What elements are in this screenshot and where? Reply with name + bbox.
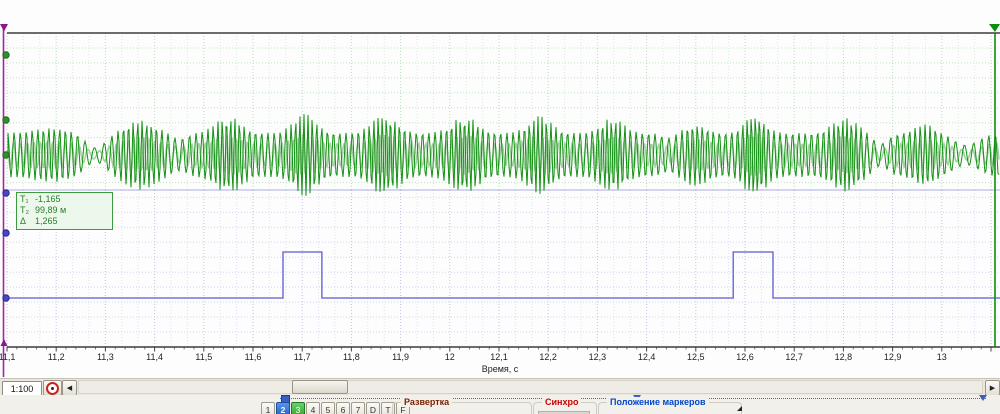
scroll-right-button[interactable]: ▶ xyxy=(985,380,1000,396)
x-tick-label: 11,9 xyxy=(384,352,418,362)
plot-area[interactable]: T₁ -1,165 T₂ 99,89 м Δ 1,265 11,1 11,2 11,… xyxy=(0,0,1000,378)
marker-t1-symbol: T₁ xyxy=(20,194,35,205)
bottom-controls: 1234567DTF Развертка Синхро Положение марк… xyxy=(0,395,1000,414)
x-tick-label: 13 xyxy=(925,352,959,362)
channel-level-handle[interactable] xyxy=(3,230,9,236)
marker-readout-row: T₁ -1,165 xyxy=(20,194,109,205)
x-tick-label: 11,3 xyxy=(88,352,122,362)
x-tick-label: 12,7 xyxy=(777,352,811,362)
time-marker-2-handle-icon[interactable] xyxy=(989,24,1000,32)
x-tick-label: 12,1 xyxy=(482,352,516,362)
marker-readout-row: T₂ 99,89 м xyxy=(20,205,109,216)
marker-delta-symbol: Δ xyxy=(20,216,35,227)
x-tick-label: 12,3 xyxy=(580,352,614,362)
marker-t1-value: -1,165 xyxy=(35,194,61,205)
signal-tab-1[interactable]: 1 xyxy=(261,402,275,414)
scrollbar-track[interactable] xyxy=(78,380,983,394)
record-button[interactable] xyxy=(43,380,62,396)
channel-level-handle[interactable] xyxy=(3,117,9,123)
signal-tab-2[interactable]: 2 xyxy=(276,402,290,414)
dropdown-corner-icon[interactable] xyxy=(737,406,742,411)
marker-t2-value: 99,89 м xyxy=(35,205,66,216)
signal-tab-4[interactable]: 4 xyxy=(306,402,320,414)
signal-tab-7[interactable]: 7 xyxy=(351,402,365,414)
x-tick-label: 11,5 xyxy=(187,352,221,362)
signal-tab-D[interactable]: D xyxy=(366,402,380,414)
x-tick-label: 12,2 xyxy=(531,352,565,362)
channel-level-handle[interactable] xyxy=(3,295,9,301)
channel-level-handle[interactable] xyxy=(3,52,9,58)
group-box-3: Положение маркеров xyxy=(598,402,742,414)
x-tick-label: 11,7 xyxy=(285,352,319,362)
group-box-label: Развертка xyxy=(401,397,452,407)
channel-tabs: 1234567DTF xyxy=(261,402,410,414)
x-tick-label: 12,9 xyxy=(876,352,910,362)
x-axis-title: Время, с xyxy=(400,364,600,374)
left-arrow-icon: ◀ xyxy=(67,384,72,392)
group-box-label: Синхро xyxy=(542,397,581,407)
group-box-1: Развертка xyxy=(392,402,532,414)
x-tick-label: 11,6 xyxy=(236,352,270,362)
time-marker-1-handle-icon[interactable] xyxy=(0,24,8,32)
oscilloscope-app: Рабочее окружение T₁ -1,165 T₂ 99,89 м Δ… xyxy=(0,0,1000,414)
scroll-panel: 1:100 ◀ ▶ xyxy=(0,378,1000,395)
record-icon xyxy=(46,382,59,395)
waveform-canvas[interactable] xyxy=(0,0,1000,378)
blue-signal-trace xyxy=(7,252,1000,298)
x-tick-label: 12 xyxy=(433,352,467,362)
scroll-left-button[interactable]: ◀ xyxy=(62,380,77,396)
signal-tab-5[interactable]: 5 xyxy=(321,402,335,414)
scrollbar-thumb[interactable] xyxy=(292,380,348,394)
sync-marker-icon[interactable] xyxy=(979,395,987,401)
group-box-label: Положение маркеров xyxy=(607,397,709,407)
signal-tab-6[interactable]: 6 xyxy=(336,402,350,414)
marker-readout-row: Δ 1,265 xyxy=(20,216,109,227)
x-tick-label: 11,8 xyxy=(334,352,368,362)
marker-t2-symbol: T₂ xyxy=(20,205,35,216)
x-tick-label: 12,5 xyxy=(679,352,713,362)
time-marker-1-bottom-icon[interactable] xyxy=(1,339,8,346)
x-tick-label: 12,4 xyxy=(630,352,664,362)
right-arrow-icon: ▶ xyxy=(990,384,995,392)
marker-delta-value: 1,265 xyxy=(35,216,58,227)
x-tick-label: 11,4 xyxy=(138,352,172,362)
channel-level-handle[interactable] xyxy=(3,152,9,158)
zoom-scale-box[interactable]: 1:100 xyxy=(2,381,42,396)
x-tick-label: 12,8 xyxy=(826,352,860,362)
x-tick-label: 11,1 xyxy=(0,352,24,362)
x-tick-label: 11,2 xyxy=(39,352,73,362)
signal-tab-3[interactable]: 3 xyxy=(291,402,305,414)
channel-level-handle[interactable] xyxy=(3,190,9,196)
marker-readout-box: T₁ -1,165 T₂ 99,89 м Δ 1,265 xyxy=(16,192,113,230)
x-tick-label: 12,6 xyxy=(728,352,762,362)
